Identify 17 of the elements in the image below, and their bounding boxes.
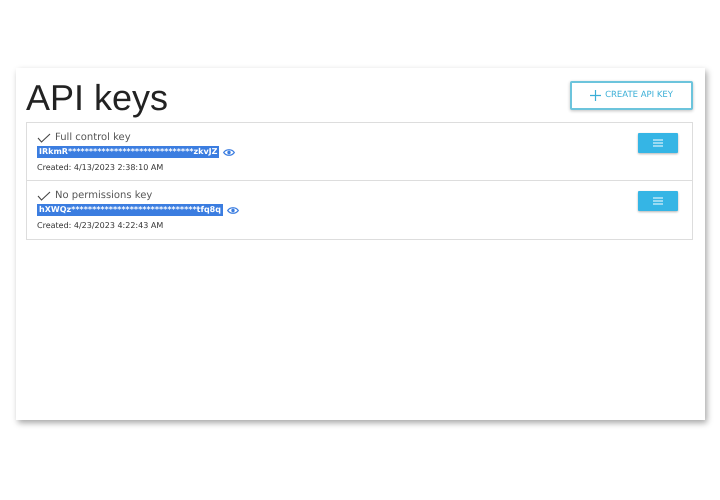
key-name: No permissions key xyxy=(55,189,152,203)
api-key-value: IRkmR******************************zkvJZ xyxy=(37,146,220,158)
menu-button[interactable] xyxy=(638,191,678,211)
eye-icon[interactable] xyxy=(226,206,239,214)
api-key-value: hXWQz******************************tfq8q xyxy=(37,204,223,216)
plus-icon xyxy=(590,90,602,101)
eye-icon[interactable] xyxy=(223,148,236,156)
menu-icon xyxy=(653,139,663,147)
created-date: Created: 4/13/2023 2:38:10 AM xyxy=(37,162,164,174)
check-icon xyxy=(37,132,51,142)
key-name: Full control key xyxy=(55,131,131,145)
check-icon xyxy=(37,190,51,200)
menu-icon xyxy=(653,197,663,205)
created-date: Created: 4/23/2023 4:22:43 AM xyxy=(37,220,164,232)
create-api-key-button[interactable]: CREATE API KEY xyxy=(570,81,693,110)
menu-button[interactable] xyxy=(638,133,678,153)
page-title: API keys xyxy=(26,80,168,116)
